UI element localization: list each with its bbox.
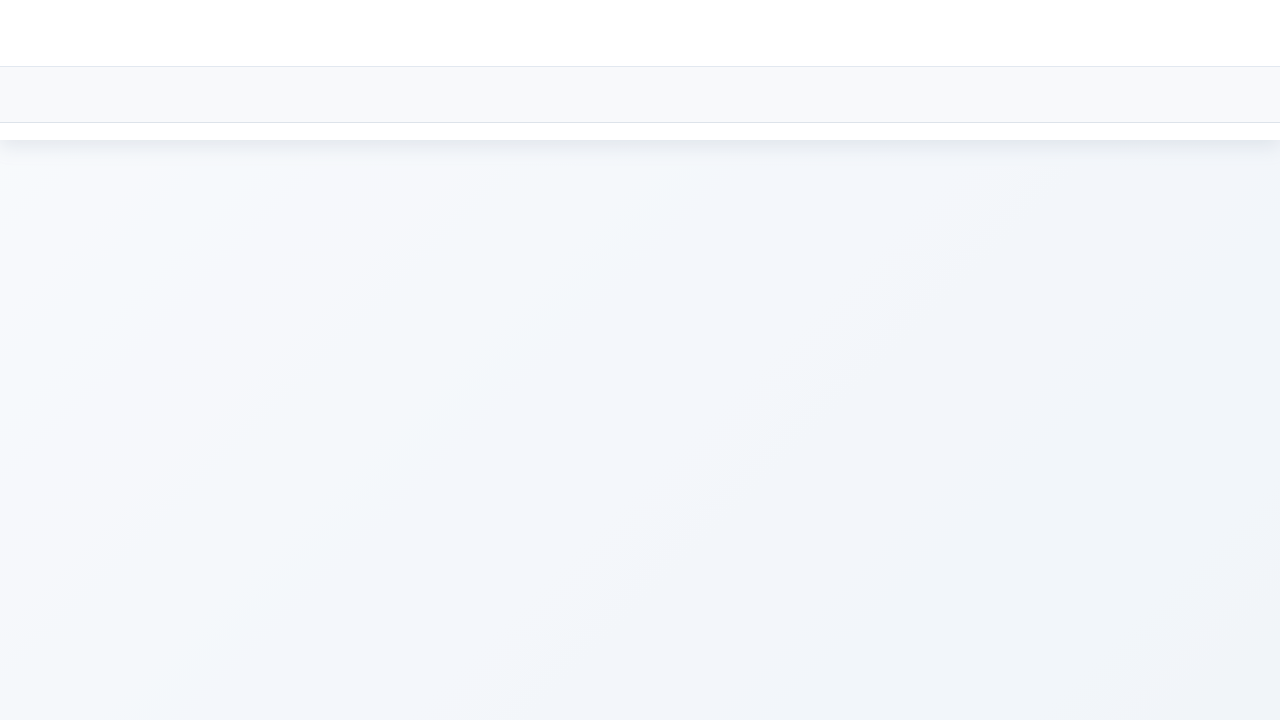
app-header xyxy=(0,0,1280,140)
header-bottom-strip xyxy=(0,123,1280,140)
secondary-toolbar xyxy=(0,66,1280,123)
top-navigation-bar xyxy=(0,0,1280,66)
main-content-area xyxy=(0,140,1280,720)
